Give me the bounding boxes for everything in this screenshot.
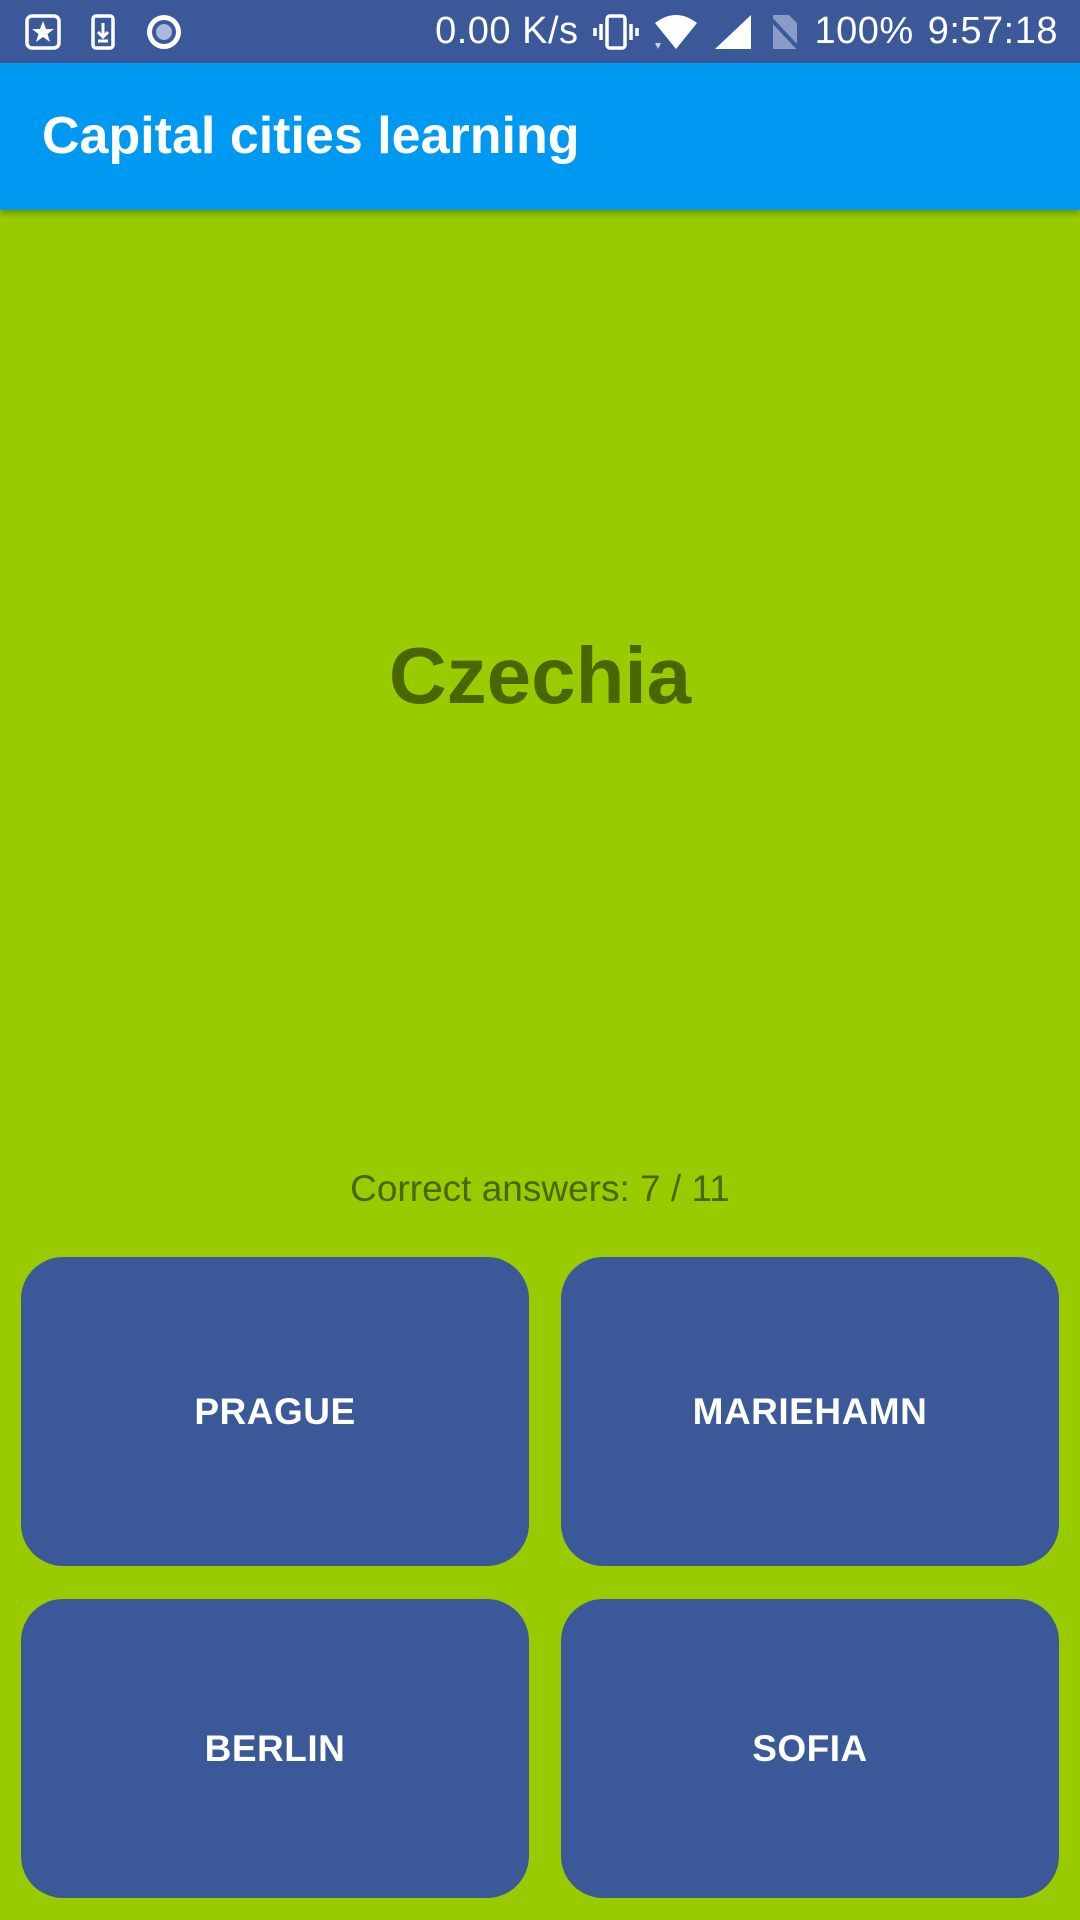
download-icon — [90, 13, 116, 51]
notification-icons — [24, 0, 184, 63]
score-text: Correct answers: 7 / 11 — [350, 1168, 730, 1209]
answer-button-prague[interactable]: PRAGUE — [21, 1257, 529, 1566]
battery-level: 100% — [814, 10, 914, 52]
country-name: Czechia — [388, 631, 692, 720]
network-speed: 0.00 K/s — [435, 10, 579, 52]
app-bar: Capital cities learning — [0, 63, 1080, 210]
app-title: Capital cities learning — [42, 107, 580, 165]
status-bar: 0.00 K/s 100% 9:57:18 — [0, 0, 1080, 63]
answer-button-berlin[interactable]: BERLIN — [21, 1599, 529, 1898]
vibrate-icon — [592, 13, 639, 50]
star-badge-icon — [24, 13, 62, 51]
signal-icon — [713, 13, 753, 51]
clock: 9:57:18 — [927, 10, 1058, 52]
system-status: 0.00 K/s 100% 9:57:18 — [435, 0, 1058, 63]
wifi-icon — [653, 13, 699, 51]
answer-button-mariehamn[interactable]: MARIEHAMN — [561, 1257, 1059, 1566]
no-sim-icon — [767, 13, 801, 51]
record-icon — [144, 12, 184, 52]
answer-button-sofia[interactable]: SOFIA — [561, 1599, 1059, 1898]
